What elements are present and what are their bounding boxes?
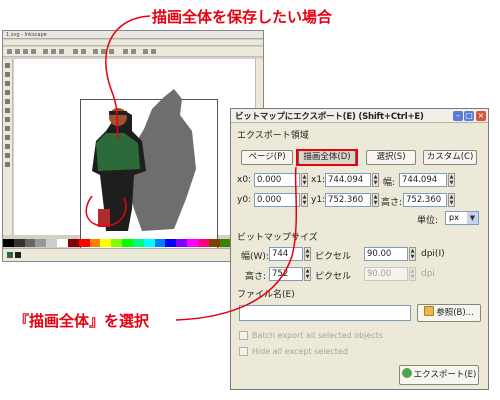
y0-label: y0:: [237, 195, 252, 205]
bitmap-width-field[interactable]: 744: [269, 247, 303, 261]
height-field[interactable]: 752.360: [403, 193, 447, 207]
tool-icon[interactable]: [5, 126, 10, 131]
tool-icon[interactable]: [5, 99, 10, 104]
dpi-disabled-label: dpi: [421, 269, 435, 279]
maximize-icon[interactable]: □: [464, 111, 474, 121]
drawing-figure: [92, 89, 196, 231]
x1-label: x1:: [311, 175, 326, 185]
x1-field[interactable]: 744.094: [325, 173, 371, 187]
width-spinner[interactable]: ▲ ▼: [448, 173, 455, 187]
x1-spinner[interactable]: ▲ ▼: [372, 173, 379, 187]
bitmap-size-label: ビットマップサイズ: [237, 233, 318, 243]
dpi-disabled-spinner: ▲ ▼: [409, 267, 416, 281]
area-selection-button[interactable]: 選択(S): [366, 150, 416, 165]
filename-field[interactable]: [239, 305, 411, 321]
minimize-icon[interactable]: –: [453, 111, 463, 121]
batch-export-label: Batch export all selected objects: [252, 331, 384, 340]
tool-icon[interactable]: [5, 81, 10, 86]
hide-except-checkbox: [239, 347, 248, 356]
tool-icon[interactable]: [5, 162, 10, 167]
export-label: エクスポート(E): [413, 370, 477, 380]
filename-label: ファイル名(E): [237, 290, 295, 300]
dpi-disabled-field: 90.00: [364, 267, 408, 281]
dpi-label: dpi(I): [421, 249, 445, 259]
batch-export-checkbox: [239, 331, 248, 340]
y1-spinner[interactable]: ▲ ▼: [372, 193, 379, 207]
bitmap-width-label: 幅(W):: [241, 252, 269, 262]
bitmap-width-spinner[interactable]: ▲ ▼: [304, 247, 311, 261]
editor-canvas[interactable]: [14, 59, 256, 249]
tool-icon[interactable]: [5, 72, 10, 77]
dpi-field[interactable]: 90.00: [364, 247, 408, 261]
tool-icon[interactable]: [5, 153, 10, 158]
x0-label: x0:: [237, 175, 252, 185]
unit-value: px: [449, 213, 459, 222]
browse-label: 参照(B)...: [436, 308, 474, 318]
dialog-titlebar[interactable]: ビットマップにエクスポート(E) (Shift+Ctrl+E) – □ ×: [231, 109, 488, 123]
editor-titlebar: 1.svg - Inkscape: [3, 31, 263, 39]
bitmap-height-spinner[interactable]: ▲ ▼: [304, 267, 311, 281]
tool-icon[interactable]: [151, 49, 156, 54]
tool-icon[interactable]: [109, 49, 114, 54]
tool-icon[interactable]: [5, 63, 10, 68]
y0-spinner[interactable]: ▲ ▼: [301, 193, 308, 207]
export-button[interactable]: エクスポート(E): [399, 365, 479, 385]
tool-icon[interactable]: [5, 135, 10, 140]
bitmap-height-pixels-label: ピクセル: [315, 272, 352, 282]
x0-spinner[interactable]: ▲ ▼: [301, 173, 308, 187]
tool-icon[interactable]: [5, 117, 10, 122]
annotation-bottom: 『描画全体』を選択: [14, 312, 150, 330]
editor-menubar[interactable]: [3, 40, 263, 46]
annotation-top: 描画全体を保存したい場合: [152, 8, 333, 26]
editor-toolbox[interactable]: [3, 59, 13, 235]
unit-select[interactable]: px ▼: [445, 211, 479, 225]
tool-icon[interactable]: [5, 108, 10, 113]
tool-icon[interactable]: [5, 144, 10, 149]
bitmap-height-label: 高さ:: [245, 272, 267, 282]
selection-highlight: [296, 149, 358, 166]
close-icon[interactable]: ×: [476, 111, 486, 121]
editor-statusbar: [3, 248, 263, 261]
tool-icon[interactable]: [131, 49, 136, 54]
color-palette[interactable]: [3, 239, 263, 247]
bitmap-height-field[interactable]: 752: [269, 267, 303, 281]
y1-label: y1:: [311, 195, 326, 205]
width-field[interactable]: 744.094: [399, 173, 447, 187]
dialog-title: ビットマップにエクスポート(E) (Shift+Ctrl+E): [235, 112, 424, 122]
tool-icon[interactable]: [15, 49, 20, 54]
unit-label: 単位:: [417, 216, 439, 226]
tool-icon[interactable]: [7, 49, 12, 54]
export-bitmap-dialog: ビットマップにエクスポート(E) (Shift+Ctrl+E) – □ × エク…: [230, 108, 489, 390]
tool-icon[interactable]: [73, 49, 78, 54]
y0-field[interactable]: 0.000: [254, 193, 300, 207]
tool-icon[interactable]: [123, 49, 128, 54]
tool-icon[interactable]: [31, 49, 36, 54]
editor-window: 1.svg - Inkscape: [2, 30, 264, 262]
tool-icon[interactable]: [59, 49, 64, 54]
tool-icon[interactable]: [43, 49, 48, 54]
x0-field[interactable]: 0.000: [254, 173, 300, 187]
tool-icon[interactable]: [23, 49, 28, 54]
checkmark-icon: [401, 368, 412, 378]
browse-button[interactable]: 参照(B)...: [417, 304, 481, 322]
tool-icon[interactable]: [101, 49, 106, 54]
y1-field[interactable]: 752.360: [325, 193, 371, 207]
bitmap-width-pixels-label: ピクセル: [315, 252, 352, 262]
area-custom-button[interactable]: カスタム(C): [423, 150, 477, 165]
chevron-down-icon[interactable]: ▼: [467, 212, 478, 224]
editor-toolbar[interactable]: [3, 47, 263, 57]
tool-icon[interactable]: [143, 49, 148, 54]
folder-icon: [424, 306, 435, 316]
tool-icon[interactable]: [5, 90, 10, 95]
export-area-label: エクスポート領域: [237, 131, 309, 141]
tool-icon[interactable]: [51, 49, 56, 54]
hide-except-label: Hide all except selected: [252, 347, 348, 356]
dpi-spinner[interactable]: ▲ ▼: [409, 247, 416, 261]
tool-icon[interactable]: [81, 49, 86, 54]
width-label: 幅:: [383, 178, 396, 188]
tool-icon[interactable]: [93, 49, 98, 54]
height-label: 高さ:: [381, 198, 403, 208]
height-spinner[interactable]: ▲ ▼: [448, 193, 455, 207]
area-page-button[interactable]: ページ(P): [241, 150, 293, 165]
